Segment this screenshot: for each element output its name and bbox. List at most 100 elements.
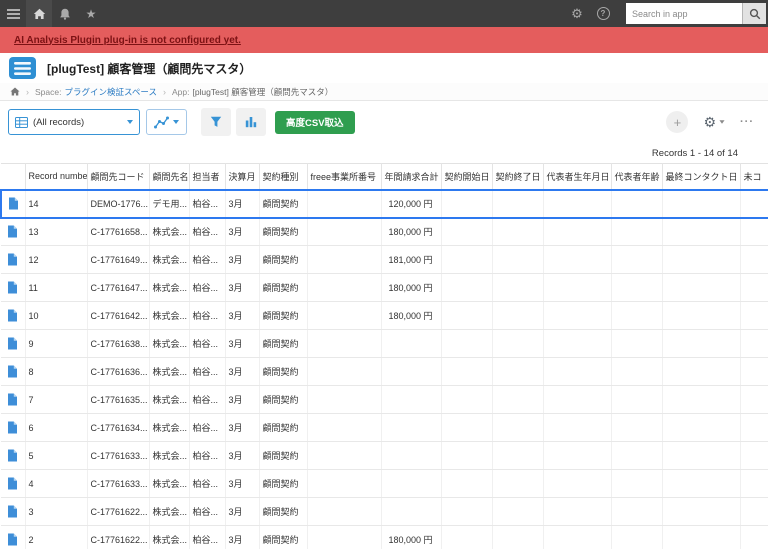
table-row[interactable]: 9 C-17761638... 株式会... 柏谷... 3月 顧問契約 (1, 329, 768, 358)
cell-no-contact (740, 245, 768, 274)
open-record-cell (1, 441, 26, 470)
cell-contract-start-date (441, 497, 493, 526)
record-document-icon[interactable] (7, 253, 18, 266)
add-record-button[interactable]: + (666, 111, 689, 133)
record-document-icon[interactable] (7, 309, 18, 322)
open-record-cell (1, 525, 26, 549)
filter-button[interactable] (201, 108, 231, 136)
chevron-down-icon (127, 120, 133, 124)
cell-annual-billing-total: 180,000 円 (381, 217, 442, 246)
view-selector[interactable]: (All records) (8, 109, 140, 135)
breadcrumb-home-link[interactable] (10, 87, 20, 96)
help-icon: ? (596, 7, 610, 20)
cell-contract-type: 顧問契約 (259, 245, 308, 274)
record-document-icon[interactable] (7, 225, 18, 238)
cell-client-code: C-17761649... (87, 245, 150, 274)
column-header-freee-office-number[interactable]: freee事業所番号 (307, 163, 382, 190)
breadcrumb-space-link[interactable]: プラグイン検証スペース (64, 86, 156, 98)
cell-annual-billing-total: 181,000 円 (381, 245, 442, 274)
cell-no-contact (740, 329, 768, 358)
cell-contract-type: 顧問契約 (259, 385, 308, 414)
more-options-button[interactable]: ··· (740, 116, 754, 128)
cell-assignee: 柏谷... (189, 469, 226, 498)
cell-client-code: C-17761642... (87, 301, 150, 330)
table-row[interactable]: 3 C-17761622... 株式会... 柏谷... 3月 顧問契約 (1, 497, 768, 526)
cell-assignee: 柏谷... (189, 385, 226, 414)
notifications-button[interactable] (52, 0, 78, 27)
column-header-representative-age[interactable]: 代表者年齢 (611, 163, 663, 190)
column-header-fiscal-month[interactable]: 決算月 (225, 163, 260, 190)
records-table-container: Record number 顧問先コード 顧問先名 担当者 決算月 契約種別 freee事業… (0, 163, 768, 549)
column-header-contract-start-date[interactable]: 契約開始日 (441, 163, 493, 190)
column-header-representative-birthdate[interactable]: 代表者生年月日 (543, 163, 612, 190)
cell-client-name: 株式会... (149, 385, 190, 414)
column-header-assignee[interactable]: 担当者 (189, 163, 226, 190)
app-settings-button[interactable]: ⚙ (703, 114, 725, 131)
record-document-icon[interactable] (7, 337, 18, 350)
column-header-contract-end-date[interactable]: 契約終了日 (492, 163, 544, 190)
cell-record-number: 3 (25, 497, 88, 526)
records-summary: Records 1 - 14 of 14 (651, 147, 738, 159)
table-row[interactable]: 6 C-17761634... 株式会... 柏谷... 3月 顧問契約 (1, 413, 768, 442)
home-button[interactable] (26, 0, 52, 27)
table-row[interactable]: 14 DEMO-1776... デモ用... 柏谷... 3月 顧問契約 120,000 円 (0, 188, 768, 219)
cell-record-number: 10 (25, 301, 88, 330)
cell-assignee: 柏谷... (189, 413, 226, 442)
cell-contract-start-date (441, 273, 493, 302)
record-document-icon[interactable] (8, 197, 19, 210)
bar-chart-icon (245, 117, 257, 128)
table-view-icon (15, 116, 28, 128)
table-row[interactable]: 13 C-17761658... 株式会... 柏谷... 3月 顧問契約 180,000 … (1, 217, 768, 246)
hamburger-menu-button[interactable] (0, 0, 26, 27)
cell-contract-start-date (441, 245, 493, 274)
column-header-client-code[interactable]: 顧問先コード (87, 163, 150, 190)
cell-fiscal-month: 3月 (225, 469, 260, 498)
search-button[interactable] (742, 3, 766, 24)
cell-record-number: 14 (25, 188, 88, 219)
record-document-icon[interactable] (7, 449, 18, 462)
record-document-icon[interactable] (7, 421, 18, 434)
search-input[interactable] (626, 3, 742, 24)
cell-freee-office-number (307, 497, 382, 526)
app-icon (9, 57, 36, 79)
graph-button[interactable] (146, 109, 187, 135)
table-row[interactable]: 10 C-17761642... 株式会... 柏谷... 3月 顧問契約 180,000 … (1, 301, 768, 330)
column-header-client-name[interactable]: 顧問先名 (149, 163, 190, 190)
cell-representative-birthdate (543, 525, 612, 549)
help-button[interactable]: ? (590, 0, 616, 27)
column-header-annual-billing-total[interactable]: 年間請求合計 (381, 163, 442, 190)
column-header-contract-type[interactable]: 契約種別 (259, 163, 308, 190)
record-document-icon[interactable] (7, 505, 18, 518)
table-row[interactable]: 7 C-17761635... 株式会... 柏谷... 3月 顧問契約 (1, 385, 768, 414)
cell-last-contact-date (662, 301, 741, 330)
cell-annual-billing-total: 180,000 円 (381, 273, 442, 302)
table-row[interactable]: 4 C-17761633... 株式会... 柏谷... 3月 顧問契約 (1, 469, 768, 498)
favorites-button[interactable]: ★ (78, 0, 104, 27)
cell-no-contact (740, 385, 768, 414)
cell-assignee: 柏谷... (189, 273, 226, 302)
column-header-record-number[interactable]: Record number (25, 163, 88, 190)
table-row[interactable]: 5 C-17761633... 株式会... 柏谷... 3月 顧問契約 (1, 441, 768, 470)
cell-annual-billing-total: 180,000 円 (381, 525, 442, 549)
settings-button[interactable]: ⚙ (564, 0, 590, 27)
record-document-icon[interactable] (7, 281, 18, 294)
record-document-icon[interactable] (7, 477, 18, 490)
column-header-last-contact-date[interactable]: 最終コンタクト日 (662, 163, 741, 190)
record-document-icon[interactable] (7, 365, 18, 378)
cell-annual-billing-total: 180,000 円 (381, 301, 442, 330)
plugin-warning-link[interactable]: AI Analysis Plugin plug-in is not config… (14, 35, 241, 46)
advanced-csv-import-button[interactable]: 高度CSV取込 (275, 110, 355, 134)
record-document-icon[interactable] (7, 533, 18, 546)
cell-contract-type: 顧問契約 (259, 413, 308, 442)
column-header-no-contact[interactable]: 未コ (740, 163, 768, 190)
table-row[interactable]: 12 C-17761649... 株式会... 柏谷... 3月 顧問契約 181,000 … (1, 245, 768, 274)
chart-button[interactable] (236, 108, 266, 136)
table-row[interactable]: 2 C-17761622... 株式会... 柏谷... 3月 顧問契約 180,000 円 (1, 525, 768, 549)
cell-last-contact-date (662, 188, 741, 219)
cell-assignee: 柏谷... (189, 497, 226, 526)
table-row[interactable]: 11 C-17761647... 株式会... 柏谷... 3月 顧問契約 180,000 … (1, 273, 768, 302)
cell-assignee: 柏谷... (189, 245, 226, 274)
table-row[interactable]: 8 C-17761636... 株式会... 柏谷... 3月 顧問契約 (1, 357, 768, 386)
open-record-cell (1, 469, 26, 498)
record-document-icon[interactable] (7, 393, 18, 406)
